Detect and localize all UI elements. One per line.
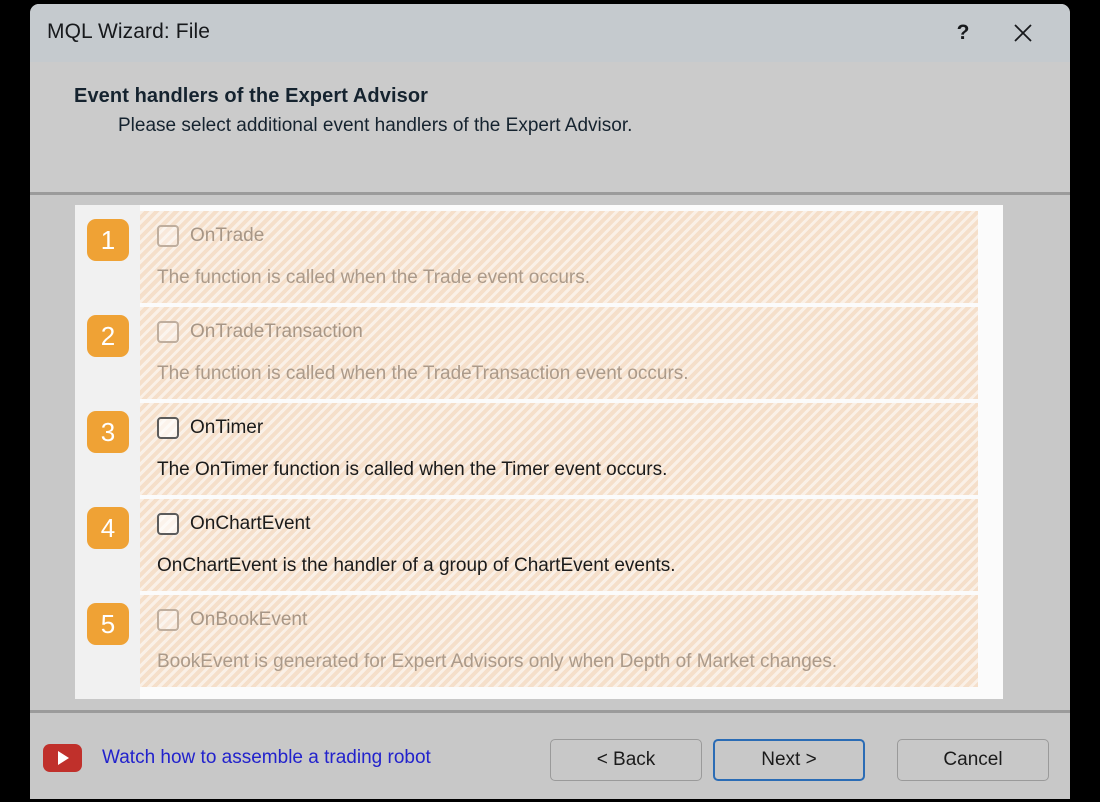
handler-description: The function is called when the TradeTra… — [157, 363, 689, 385]
table-row[interactable]: OnTrade The function is called when the … — [140, 211, 978, 303]
help-button[interactable]: ? — [934, 4, 992, 62]
cancel-button[interactable]: Cancel — [897, 739, 1049, 781]
row-header[interactable]: OnTradeTransaction — [157, 321, 363, 343]
row-header[interactable]: OnChartEvent — [157, 513, 310, 535]
table-row[interactable]: OnTradeTransaction The function is calle… — [140, 307, 978, 399]
handler-checkbox[interactable] — [157, 417, 179, 439]
page-title: Event handlers of the Expert Advisor — [74, 85, 428, 108]
back-button[interactable]: < Back — [550, 739, 702, 781]
table-row[interactable]: OnBookEvent BookEvent is generated for E… — [140, 595, 978, 687]
row-number-badge: 4 — [87, 507, 129, 549]
youtube-play-icon[interactable] — [43, 744, 82, 772]
row-header[interactable]: OnTrade — [157, 225, 264, 247]
mql-wizard-window: MQL Wizard: File ? Event handlers of the… — [30, 4, 1070, 799]
handler-description: OnChartEvent is the handler of a group o… — [157, 555, 676, 577]
handler-checkbox[interactable] — [157, 609, 179, 631]
handler-name: OnBookEvent — [190, 609, 307, 631]
handler-description: BookEvent is generated for Expert Adviso… — [157, 651, 837, 673]
handler-name: OnTradeTransaction — [190, 321, 363, 343]
title-bar: MQL Wizard: File ? — [30, 4, 1070, 62]
window-title: MQL Wizard: File — [47, 20, 210, 44]
row-number-badge: 3 — [87, 411, 129, 453]
handler-name: OnTimer — [190, 417, 263, 439]
row-number-badge: 2 — [87, 315, 129, 357]
event-handler-list: 1 OnTrade The function is called when th… — [75, 205, 1003, 699]
next-button[interactable]: Next > — [713, 739, 865, 781]
close-icon — [1012, 22, 1034, 44]
row-header[interactable]: OnBookEvent — [157, 609, 307, 631]
page-header: Event handlers of the Expert Advisor Ple… — [30, 62, 1070, 195]
footer-bar: Watch how to assemble a trading robot < … — [30, 713, 1070, 796]
handler-name: OnChartEvent — [190, 513, 310, 535]
handler-name: OnTrade — [190, 225, 264, 247]
handler-description: The function is called when the Trade ev… — [157, 267, 590, 289]
handler-description: The OnTimer function is called when the … — [157, 459, 667, 481]
row-number-badge: 5 — [87, 603, 129, 645]
body-area: 1 OnTrade The function is called when th… — [30, 195, 1070, 713]
watch-video-link[interactable]: Watch how to assemble a trading robot — [102, 747, 431, 769]
table-row[interactable]: OnChartEvent OnChartEvent is the handler… — [140, 499, 978, 591]
handler-checkbox[interactable] — [157, 225, 179, 247]
handler-checkbox[interactable] — [157, 321, 179, 343]
question-mark-icon: ? — [957, 21, 970, 45]
handler-checkbox[interactable] — [157, 513, 179, 535]
close-button[interactable] — [994, 4, 1052, 62]
row-header[interactable]: OnTimer — [157, 417, 263, 439]
table-row[interactable]: OnTimer The OnTimer function is called w… — [140, 403, 978, 495]
page-subtitle: Please select additional event handlers … — [118, 115, 632, 137]
play-triangle-icon — [58, 751, 69, 765]
row-number-badge: 1 — [87, 219, 129, 261]
